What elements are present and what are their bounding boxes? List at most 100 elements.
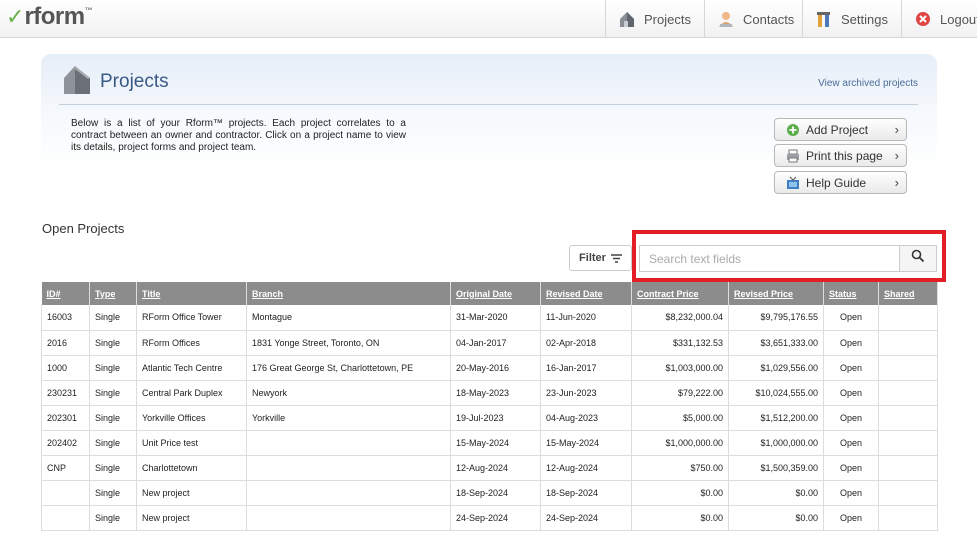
cell-branch: Newyork [246,380,451,406]
rform-logo[interactable]: ✓ rform ™ [6,4,93,32]
cell-title[interactable]: RForm Office Tower [136,305,247,331]
cell-revised-price: $0.00 [728,505,824,531]
table-row[interactable]: 2016 Single RForm Offices 1831 Yonge Street… [41,330,938,356]
projects-description: Below is a list of your Rform™ projects.… [71,118,406,153]
add-project-button[interactable]: Add Project › [774,118,907,141]
cell-type: Single [89,380,137,406]
cell-branch: Yorkville [246,405,451,431]
nav-settings-label: Settings [841,11,888,27]
cell-original-date: 18-Sep-2024 [450,480,541,506]
divider [59,104,918,105]
table-row[interactable]: CNP Single Charlottetown 12-Aug-2024 12-Aug-… [41,455,938,481]
column-header-status[interactable]: Status [823,282,879,305]
print-page-button[interactable]: Print this page › [774,144,907,167]
cell-id: 202402 [41,430,90,456]
column-header-id[interactable]: ID# [41,282,90,305]
cell-original-date: 12-Aug-2024 [450,455,541,481]
cell-title[interactable]: New project [136,480,247,506]
cell-branch [246,505,451,531]
cell-revised-price: $1,000,000.00 [728,430,824,456]
table-header-row: ID# Type Title Branch Original Date Revi… [41,282,938,305]
cell-branch [246,455,451,481]
plus-icon [786,123,800,137]
column-header-original-date[interactable]: Original Date [450,282,541,305]
search-button[interactable] [899,245,937,272]
cell-branch: 1831 Yonge Street, Toronto, ON [246,330,451,356]
table-row[interactable]: 230231 Single Central Park Duplex Newyork 18… [41,380,938,406]
cell-title[interactable]: Yorkville Offices [136,405,247,431]
logo-check-icon: ✓ [6,4,25,29]
cell-branch [246,430,451,456]
column-header-shared[interactable]: Shared [878,282,938,305]
table-row[interactable]: 1000 Single Atlantic Tech Centre 176 Great … [41,355,938,381]
cell-id: 230231 [41,380,90,406]
cell-status: Open [823,355,879,381]
column-header-revised-price[interactable]: Revised Price [728,282,824,305]
cell-branch: 176 Great George St, Charlottetown, PE [246,355,451,381]
cell-contract-price: $1,003,000.00 [631,355,729,381]
logout-icon [914,10,932,28]
cell-shared [878,455,938,481]
column-header-revised-date[interactable]: Revised Date [540,282,632,305]
search-input[interactable] [639,245,899,272]
cell-contract-price: $0.00 [631,480,729,506]
cell-status: Open [823,455,879,481]
cell-revised-price: $1,500,359.00 [728,455,824,481]
cell-type: Single [89,430,137,456]
nav-contacts-label: Contacts [743,11,795,27]
chevron-right-icon: › [894,148,899,163]
cell-type: Single [89,505,137,531]
cell-original-date: 04-Jan-2017 [450,330,541,356]
cell-id: 16003 [41,305,90,331]
cell-type: Single [89,480,137,506]
table-row[interactable]: 202402 Single Unit Price test 15-May-2024 15… [41,430,938,456]
table-row[interactable]: Single New project 18-Sep-2024 18-Sep-2024 $… [41,480,938,506]
cell-original-date: 24-Sep-2024 [450,505,541,531]
table-row[interactable]: 16003 Single RForm Office Tower Montague 31-… [41,305,938,331]
cell-type: Single [89,405,137,431]
cell-contract-price: $8,232,000.04 [631,305,729,331]
nav-contacts[interactable]: Contacts [704,0,802,38]
filter-button[interactable]: Filter [569,245,632,271]
cell-revised-price: $3,651,333.00 [728,330,824,356]
cell-id: CNP [41,455,90,481]
cell-revised-date: 12-Aug-2024 [540,455,632,481]
cell-type: Single [89,330,137,356]
cell-id [41,480,90,506]
nav-logout-label: Logout [940,11,977,27]
projects-panel: Projects View archived projects Below is… [41,54,937,214]
cell-revised-price: $0.00 [728,480,824,506]
column-header-title[interactable]: Title [136,282,247,305]
nav-projects[interactable]: Projects [605,0,704,38]
chevron-right-icon: › [894,122,899,137]
cell-shared [878,305,938,331]
cell-contract-price: $79,222.00 [631,380,729,406]
nav-logout[interactable]: Logout [901,0,977,38]
filter-label: Filter [579,252,606,264]
cell-shared [878,405,938,431]
cell-shared [878,505,938,531]
cell-title[interactable]: Charlottetown [136,455,247,481]
tools-icon [815,10,833,28]
cell-contract-price: $1,000,000.00 [631,430,729,456]
cell-title[interactable]: Unit Price test [136,430,247,456]
add-project-label: Add Project [806,122,869,137]
cell-title[interactable]: Central Park Duplex [136,380,247,406]
column-header-branch[interactable]: Branch [246,282,451,305]
view-archived-link[interactable]: View archived projects [818,78,918,89]
column-header-type[interactable]: Type [89,282,137,305]
cell-title[interactable]: New project [136,505,247,531]
tv-icon [786,176,800,190]
cell-title[interactable]: RForm Offices [136,330,247,356]
table-row[interactable]: Single New project 24-Sep-2024 24-Sep-2024 $… [41,505,938,531]
cell-contract-price: $331,132.53 [631,330,729,356]
cell-title[interactable]: Atlantic Tech Centre [136,355,247,381]
nav-settings[interactable]: Settings [802,0,901,38]
cell-revised-price: $1,512,200.00 [728,405,824,431]
column-header-contract-price[interactable]: Contract Price [631,282,729,305]
cell-type: Single [89,455,137,481]
table-row[interactable]: 202301 Single Yorkville Offices Yorkville 19… [41,405,938,431]
help-guide-button[interactable]: Help Guide › [774,171,907,194]
nav-projects-label: Projects [644,11,691,27]
cell-revised-date: 24-Sep-2024 [540,505,632,531]
